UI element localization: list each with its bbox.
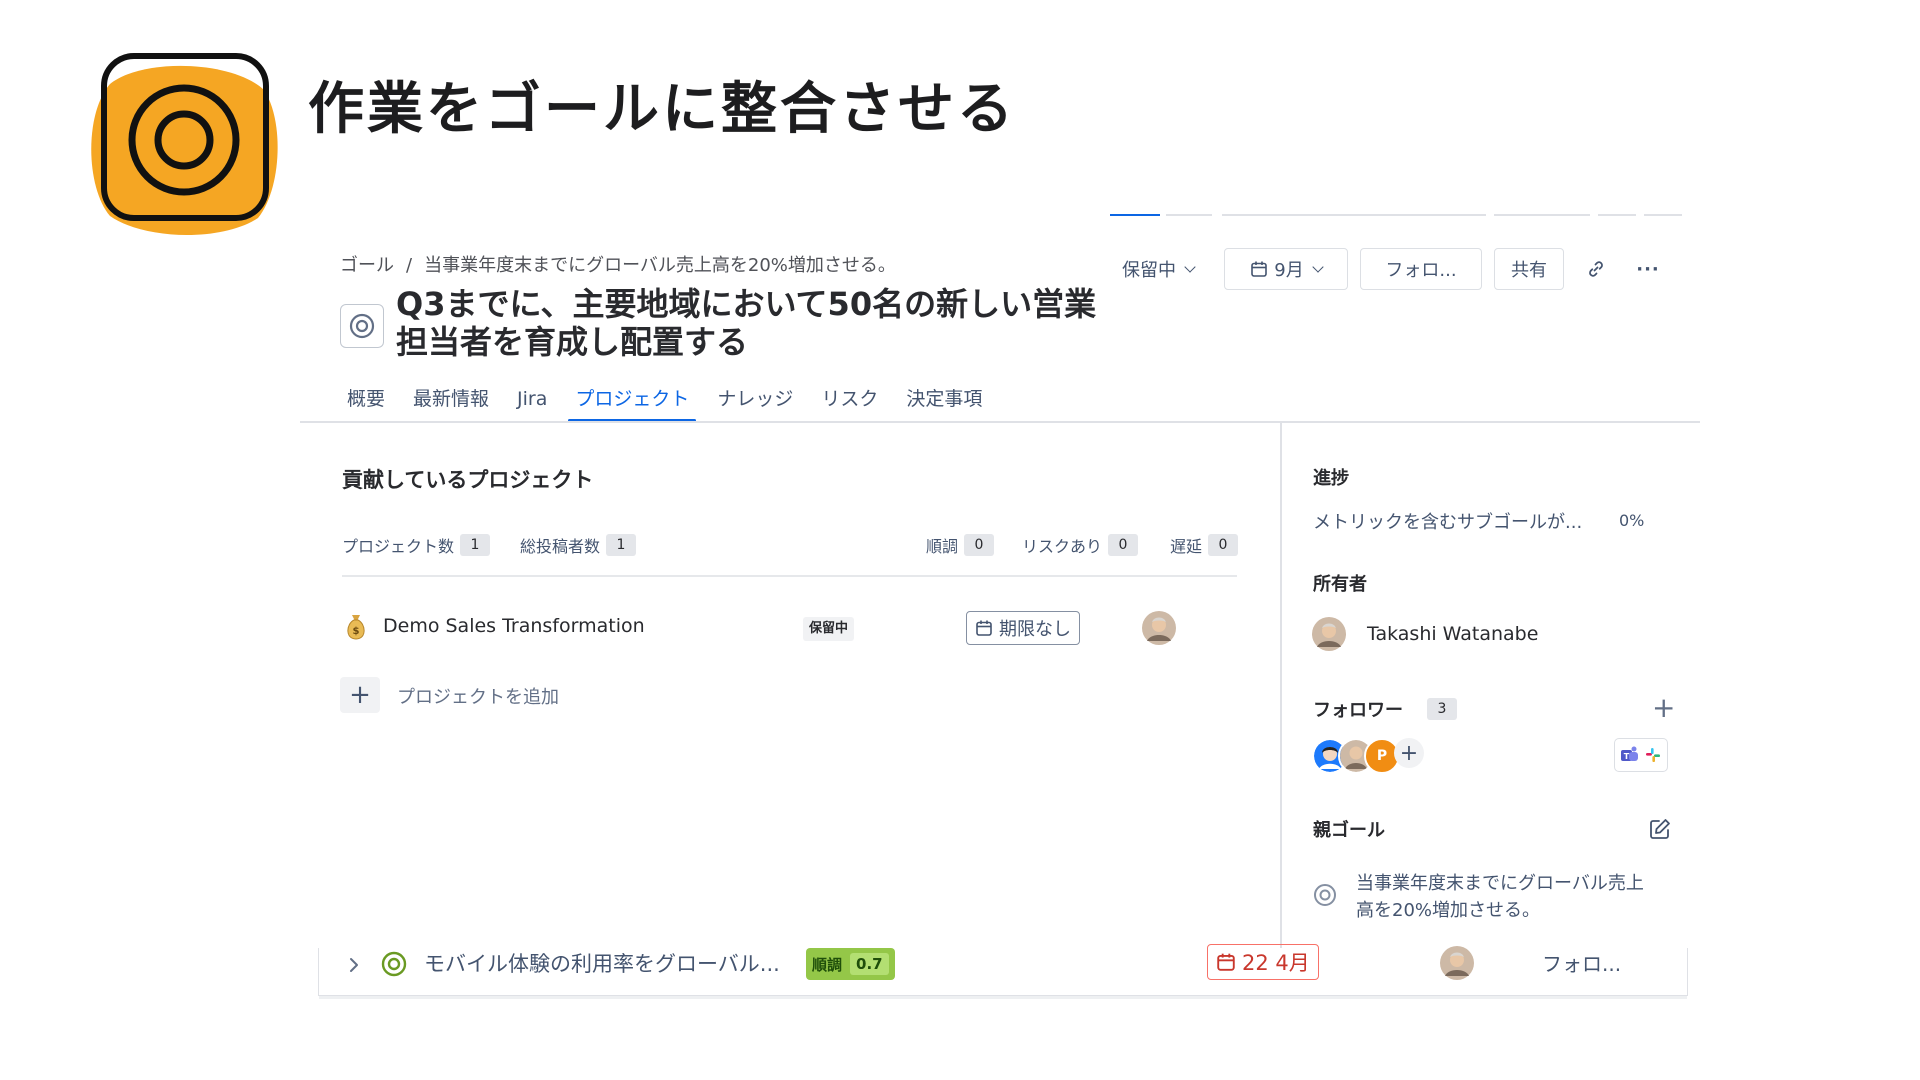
sub-goal-owner-avatar[interactable] [1440, 946, 1474, 980]
share-button[interactable]: 共有 [1494, 248, 1564, 290]
calendar-icon [976, 620, 992, 636]
integrations-button[interactable]: T [1614, 738, 1668, 772]
goal-tabs: 概要 最新情報 Jira プロジェクト ナレッジ リスク 決定事項 [340, 384, 1003, 422]
tab-projects[interactable]: プロジェクト [568, 384, 697, 422]
owner-avatar[interactable] [1312, 617, 1346, 651]
contributors-stat: 総投稿者数 1 [520, 533, 637, 557]
owner-name[interactable]: Takashi Watanabe [1367, 623, 1538, 645]
add-follower-button[interactable]: + [1652, 694, 1675, 722]
project-count-stat: プロジェクト数 1 [342, 533, 491, 557]
status-label: 保留中 [1122, 260, 1176, 281]
on-track-badge: 0 [964, 534, 995, 556]
target-icon [1314, 884, 1336, 906]
tab-decisions[interactable]: 決定事項 [899, 384, 989, 420]
date-label: 9月 [1274, 260, 1304, 281]
project-count-label: プロジェクト数 [342, 537, 455, 556]
svg-text:T: T [1624, 752, 1630, 761]
calendar-icon [1251, 261, 1268, 277]
breadcrumb-root-link[interactable]: ゴール [340, 255, 394, 276]
more-actions-button[interactable]: ··· [1628, 248, 1668, 290]
hero-title: 作業をゴールに整合させる [308, 77, 1016, 142]
tab-jira[interactable]: Jira [510, 384, 554, 420]
contributing-projects-heading: 貢献しているプロジェクト [342, 468, 594, 492]
on-track-label: 順調 [926, 537, 959, 556]
project-due-date[interactable]: 期限なし [966, 611, 1080, 645]
plus-icon: + [1652, 691, 1676, 724]
parent-goal-heading: 親ゴール [1313, 820, 1385, 841]
tab-risks[interactable]: リスク [814, 384, 885, 420]
svg-text:$: $ [353, 626, 360, 637]
at-risk-badge: 0 [1108, 534, 1139, 556]
tab-updates[interactable]: 最新情報 [406, 384, 496, 420]
link-icon [1589, 261, 1603, 277]
status-dropdown[interactable]: 保留中 [1112, 248, 1204, 290]
tabs-divider [300, 421, 1700, 423]
project-count-badge: 1 [460, 534, 491, 556]
sub-goal-follow-button[interactable]: フォロ... [1542, 948, 1621, 977]
goal-type-icon[interactable] [340, 304, 384, 348]
owner-heading: 所有者 [1313, 574, 1367, 595]
project-status-badge: 保留中 [803, 617, 855, 641]
target-icon [381, 951, 407, 977]
plus-icon: + [349, 680, 371, 710]
progress-heading: 進捗 [1313, 468, 1349, 489]
followers-heading: フォロワー [1313, 700, 1403, 721]
top-edge-lines [1110, 212, 1682, 218]
more-icon: ··· [1636, 258, 1660, 280]
breadcrumb-separator: / [406, 255, 413, 276]
chevron-right-icon[interactable] [346, 953, 362, 977]
score-value: 0.7 [850, 953, 889, 975]
delayed-badge: 0 [1208, 534, 1239, 556]
add-project-button[interactable]: + [340, 677, 380, 713]
calendar-icon [1217, 953, 1235, 971]
column-divider [1280, 422, 1282, 950]
stats-divider [342, 575, 1237, 577]
money-bag-icon: $ [347, 615, 365, 640]
tab-knowledge[interactable]: ナレッジ [710, 384, 800, 420]
at-risk-stat: リスクあり 0 [1022, 533, 1139, 557]
project-due-label: 期限なし [999, 619, 1071, 640]
sub-goal-title[interactable]: モバイル体験の利用率をグローバル... [424, 948, 780, 978]
edit-icon[interactable] [1648, 817, 1672, 841]
follow-label: フォロ... [1385, 260, 1457, 281]
parent-goal-link[interactable]: 当事業年度末までにグローバル売上高を20%増加させる。 [1356, 870, 1656, 924]
delayed-label: 遅延 [1170, 537, 1203, 556]
add-project-label[interactable]: プロジェクトを追加 [397, 683, 559, 709]
slack-icon [1646, 748, 1660, 762]
progress-percentage: 0% [1619, 511, 1645, 530]
project-name-link[interactable]: Demo Sales Transformation [383, 615, 645, 637]
tab-overview[interactable]: 概要 [340, 384, 392, 420]
target-icon [349, 313, 375, 339]
breadcrumb-parent-link[interactable]: 当事業年度末までにグローバル売上高を20%増加させる。 [424, 255, 896, 276]
at-risk-label: リスクあり [1022, 537, 1103, 556]
sub-goal-status-badge: 順調 0.7 [806, 948, 895, 980]
chevron-down-icon [1312, 261, 1324, 273]
sub-goal-due-date[interactable]: 22 4月 [1207, 944, 1319, 980]
share-label: 共有 [1511, 260, 1547, 281]
chevron-down-icon [1184, 261, 1196, 273]
contributors-badge: 1 [606, 534, 637, 556]
target-logo-icon [91, 53, 278, 236]
contributors-label: 総投稿者数 [520, 537, 601, 556]
on-track-label: 順調 [812, 955, 843, 974]
target-date-button[interactable]: 9月 [1224, 248, 1348, 290]
teams-icon: T [1621, 746, 1638, 761]
add-follower-avatar-button[interactable]: + [1394, 738, 1424, 768]
goal-title[interactable]: Q3までに、主要地域において50名の新しい営業担当者を育成し配置する [396, 285, 1116, 361]
delayed-stat: 遅延 0 [1170, 533, 1239, 557]
plus-icon: + [1399, 740, 1419, 766]
follow-button[interactable]: フォロ... [1360, 248, 1482, 290]
due-date-label: 22 4月 [1242, 951, 1310, 975]
breadcrumb: ゴール / 当事業年度末までにグローバル売上高を20%増加させる。 [340, 251, 896, 277]
on-track-stat: 順調 0 [926, 533, 995, 557]
progress-description: メトリックを含むサブゴールが... [1313, 512, 1583, 533]
copy-link-button[interactable] [1576, 248, 1616, 290]
followers-count-badge: 3 [1427, 698, 1457, 720]
project-owner-avatar[interactable] [1142, 611, 1176, 645]
